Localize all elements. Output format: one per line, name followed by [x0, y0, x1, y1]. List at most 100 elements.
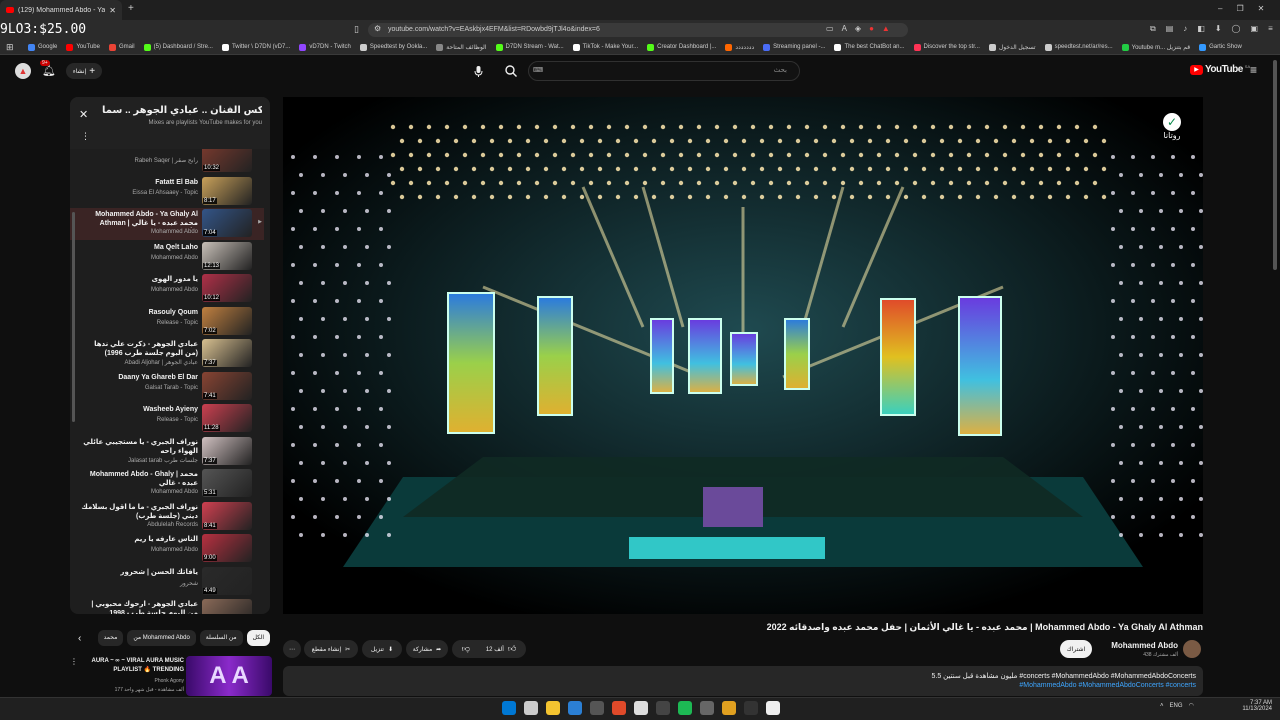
more-actions-button[interactable]: ⋯: [283, 640, 301, 658]
like-dislike-button[interactable]: 👎︎ 12 ألف 👍︎: [452, 640, 526, 658]
playlist-scrollbar[interactable]: [72, 212, 75, 422]
close-playlist-icon[interactable]: ✕: [79, 108, 88, 121]
bookmark-item[interactable]: Speedtest by Ookla...: [359, 43, 427, 51]
taskbar-app-icon[interactable]: [568, 701, 582, 715]
bookmark-item[interactable]: vD7DN - Twitch: [299, 43, 351, 51]
chips-prev-icon[interactable]: ‹: [78, 633, 81, 644]
split-icon[interactable]: ◧: [1197, 24, 1205, 34]
apps-icon[interactable]: ⊞: [6, 42, 14, 53]
clip-button[interactable]: إنشاء مقطع ✂: [304, 640, 358, 658]
playlist-item[interactable]: 7:37 نوراف الجبري - يا مستجيبي عائلي اله…: [70, 436, 264, 468]
keyboard-icon[interactable]: ⌨: [533, 66, 543, 74]
search-input[interactable]: ⌨ بحث: [528, 61, 800, 81]
menu-icon[interactable]: ≡: [1268, 24, 1273, 34]
sidebar-icon[interactable]: ▤: [1166, 24, 1174, 34]
like-icon[interactable]: 👍︎: [508, 644, 516, 654]
recommendation-thumb[interactable]: A A: [186, 656, 272, 696]
subscribe-button[interactable]: اشتراك: [1060, 640, 1092, 658]
share-button[interactable]: مشاركة ➦: [406, 640, 448, 658]
dislike-icon[interactable]: 👎︎: [462, 644, 470, 654]
bookmark-item[interactable]: Gartic Show: [1199, 43, 1242, 51]
playlist-item[interactable]: 8:17 Fatatt El Bab Eissa El Ahsaaey - To…: [70, 176, 264, 208]
maximize-icon[interactable]: ❐: [1236, 4, 1243, 13]
description-box[interactable]: [283, 666, 1203, 696]
taskbar-app-icon[interactable]: [722, 701, 736, 715]
download-icon[interactable]: ⬇: [1215, 24, 1222, 34]
taskbar-app-icon[interactable]: [700, 701, 714, 715]
taskbar-app-icon[interactable]: [656, 701, 670, 715]
close-tab-icon[interactable]: ✕: [109, 6, 116, 15]
bookmark-item[interactable]: Creator Dashboard |...: [647, 43, 716, 51]
bookmark-item[interactable]: الوظائف المتاحة: [436, 43, 487, 51]
language-indicator[interactable]: ENG: [1170, 703, 1183, 709]
extension-triangle-icon[interactable]: ▲: [882, 24, 890, 33]
taskbar-app-icon[interactable]: [766, 701, 780, 715]
bookmark-item[interactable]: تسجيل الدخول: [988, 43, 1036, 51]
bookmark-item[interactable]: The best ChatBot an...: [834, 43, 905, 51]
playlist-item[interactable]: 7:02 Rasouly Qoum Release - Topic: [70, 306, 264, 338]
bookmark-item[interactable]: Streaming panel -...: [763, 43, 825, 51]
recommendation-more-icon[interactable]: ⋮: [70, 657, 78, 666]
taskbar-app-icon[interactable]: [612, 701, 626, 715]
playlist-item[interactable]: 7:04 Mohammed Abdo - Ya Ghaly Al Athman …: [70, 208, 264, 240]
create-button[interactable]: إنشاء +: [66, 63, 102, 79]
taskbar-app-icon[interactable]: [634, 701, 648, 715]
playlist-item[interactable]: 10:32 Rabeh Saqer | رابح صقر: [70, 149, 264, 175]
channel-avatar[interactable]: [1183, 640, 1201, 658]
playlist-item[interactable]: 8:41 نوراف الجبري - ما ما اقول بسلامك دي…: [70, 501, 264, 533]
taskbar-app-icon[interactable]: [678, 701, 692, 715]
bookmark-item[interactable]: (5) Dashboard / Stre...: [143, 43, 213, 51]
playlist-item[interactable]: 7:41 Daany Ya Ghareb El Dar Galsat Tarab…: [70, 371, 264, 403]
bookmark-item[interactable]: YouTube: [66, 43, 100, 51]
playlist-item[interactable]: 11:28 Washeeb Ayieny Release - Topic: [70, 403, 264, 435]
youtube-logo[interactable]: ▶ YouTube SA: [1190, 64, 1250, 75]
taskbar-app-icon[interactable]: [590, 701, 604, 715]
minimize-icon[interactable]: –: [1218, 4, 1222, 13]
bookmark-item[interactable]: Youtube m... قم بتنزيل: [1121, 43, 1190, 51]
account-avatar[interactable]: ▲: [15, 63, 31, 79]
puzzle-icon[interactable]: ⧉: [1150, 24, 1156, 34]
bookmark-item[interactable]: Gmail: [108, 43, 135, 51]
playlist-more-icon[interactable]: ⋮: [81, 131, 90, 142]
taskbar-clock[interactable]: 7:37 AM 11/13/2024: [1222, 700, 1272, 712]
cast-icon[interactable]: ▭: [826, 24, 834, 33]
taskbar-app-icon[interactable]: [744, 701, 758, 715]
close-window-icon[interactable]: ✕: [1258, 4, 1265, 13]
page-scrollbar[interactable]: [1273, 60, 1277, 270]
playlist-item[interactable]: 9:00 الناس عارفه يا ريم Mohammed Abdo: [70, 533, 264, 565]
playlist-item[interactable]: 4:49 يافاتك الحسن | شحرور شحرور: [70, 566, 264, 598]
taskbar-app-icon[interactable]: [546, 701, 560, 715]
voice-search-button[interactable]: [470, 63, 486, 79]
bookmark-item[interactable]: speedtest.net/ar/res...: [1044, 43, 1113, 51]
wifi-icon[interactable]: ◠: [1189, 702, 1194, 709]
new-tab-button[interactable]: +: [128, 3, 134, 14]
search-button[interactable]: [502, 62, 520, 80]
recommendation-title[interactable]: AURA ~ ∞ ~ VIRAL AURA MUSIC PLAYLIST 🔥 T…: [80, 657, 184, 675]
playlist-item[interactable]: 10:12 يا مدور الهوى Mohammed Abdo: [70, 273, 264, 305]
profile-icon[interactable]: ◯: [1232, 24, 1241, 34]
translate-icon[interactable]: A: [842, 24, 847, 33]
playlist-item[interactable]: 12:13 Ma Qelt Laho Mohammed Abdo: [70, 241, 264, 273]
filter-chip[interactable]: الكل: [246, 630, 270, 646]
filter-chip[interactable]: محمد: [97, 630, 124, 646]
notifications-button[interactable]: 🔔︎ 9+: [40, 60, 56, 77]
taskbar-app-icon[interactable]: [502, 701, 516, 715]
filter-chip[interactable]: من Mohammed Abdo: [127, 630, 196, 646]
bookmark-item[interactable]: ددددددد: [725, 43, 754, 51]
video-player[interactable]: ✓ روتانا: [283, 97, 1203, 614]
playlist-item[interactable]: 7:37 عبادي الجوهر - ذكرت علي ندها (من ال…: [70, 338, 264, 370]
filter-chip[interactable]: من السلسلة: [199, 630, 243, 646]
taskbar-app-icon[interactable]: [524, 701, 538, 715]
wallet-icon[interactable]: ▣: [1251, 24, 1259, 34]
bookmark-item[interactable]: Google: [28, 43, 57, 51]
shield-icon[interactable]: ◈: [855, 24, 861, 33]
bookmark-star-icon[interactable]: ▯: [354, 24, 359, 35]
site-info-icon[interactable]: ⚙: [374, 24, 381, 33]
bookmark-item[interactable]: Twitter \ D7DN (vD7...: [221, 43, 290, 51]
bookmark-item[interactable]: Discover the top str...: [913, 43, 980, 51]
music-icon[interactable]: ♪: [1183, 24, 1187, 34]
playlist-item[interactable]: 5:31 Mohammed Abdo - Ghaly | محمد عبده -…: [70, 468, 264, 500]
guide-menu-icon[interactable]: ≡: [1250, 63, 1257, 77]
bookmark-item[interactable]: TikTok - Make Your...: [572, 43, 638, 51]
chevron-up-icon[interactable]: ˄: [1160, 703, 1164, 709]
